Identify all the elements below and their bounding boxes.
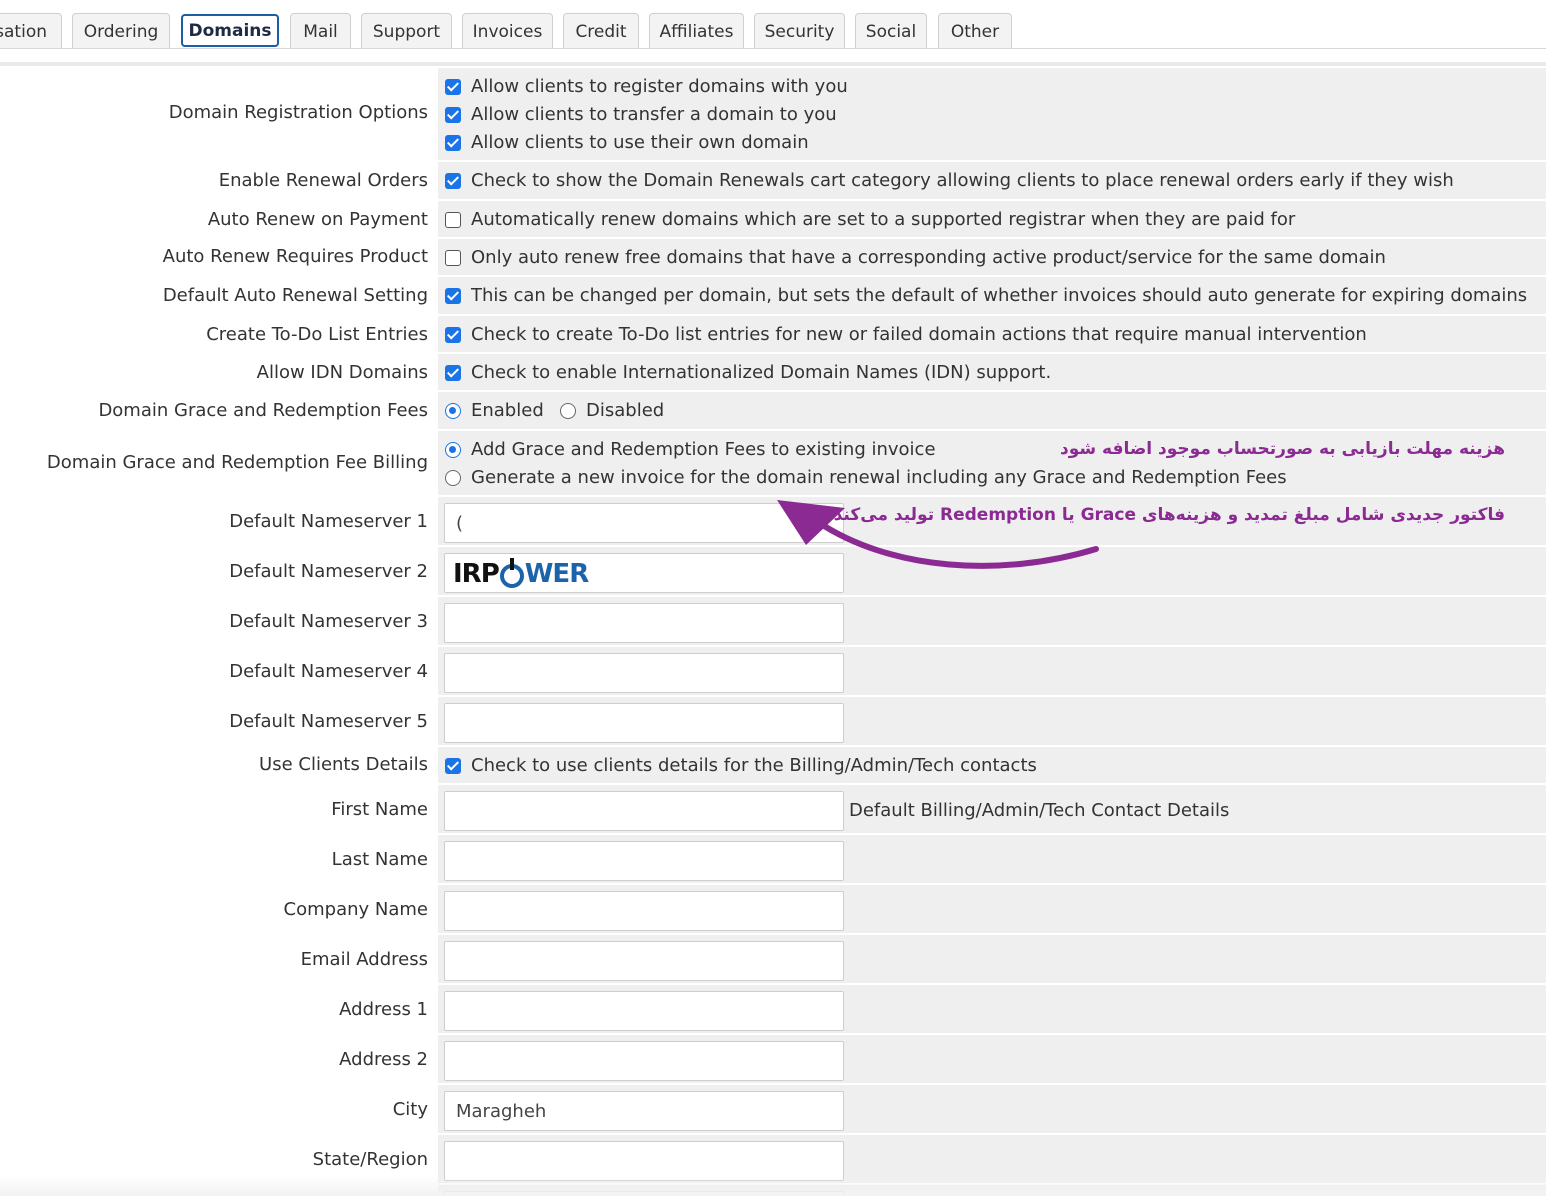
annotation-arrow (777, 500, 1099, 569)
arrow-head-icon (777, 500, 845, 545)
arrow-curve (815, 519, 1099, 569)
